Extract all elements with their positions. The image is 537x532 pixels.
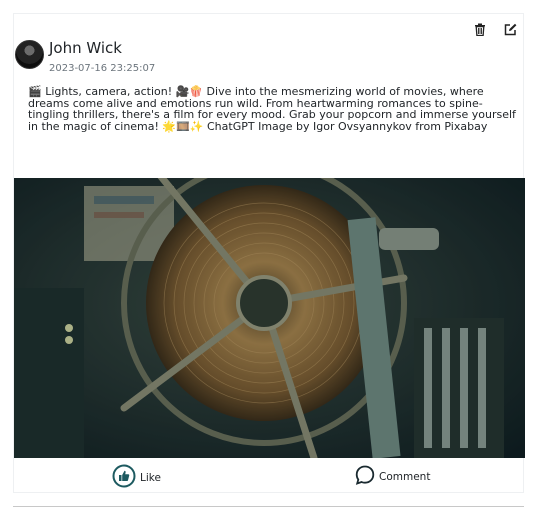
post-image xyxy=(14,178,525,458)
edit-icon[interactable] xyxy=(503,22,517,36)
like-label: Like xyxy=(140,472,161,484)
post-content: 🎬 Lights, camera, action! 🎥🍿 Dive into t… xyxy=(28,85,516,133)
comment-button[interactable]: Comment xyxy=(354,464,430,490)
divider xyxy=(13,506,524,507)
comment-label: Comment xyxy=(379,471,431,483)
author-name[interactable]: John Wick xyxy=(49,39,122,57)
post-actions xyxy=(473,22,517,36)
post-footer: Like Comment xyxy=(14,458,525,494)
post-card: John Wick 2023-07-16 23:25:07 🎬 Lights, … xyxy=(13,13,525,494)
thumbs-up-icon xyxy=(112,464,136,492)
post-timestamp: 2023-07-16 23:25:07 xyxy=(49,63,156,74)
trash-icon[interactable] xyxy=(473,22,487,36)
like-button[interactable]: Like xyxy=(112,464,161,492)
avatar[interactable] xyxy=(15,40,44,69)
comment-bubble-icon xyxy=(354,464,376,490)
